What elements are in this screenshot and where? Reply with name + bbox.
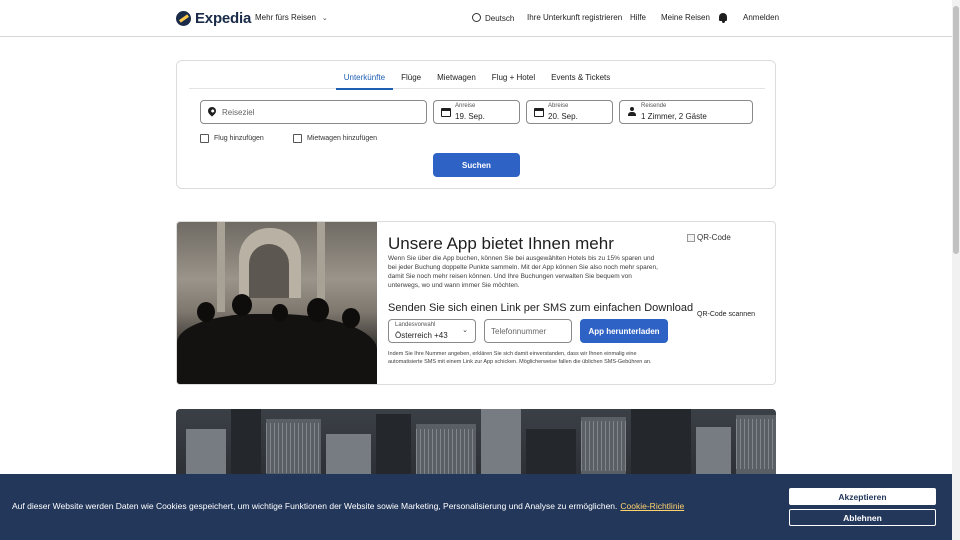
- location-pin-icon: [206, 105, 218, 117]
- register-property-link[interactable]: Ihre Unterkunft registrieren: [527, 13, 622, 22]
- app-promo-description: Wenn Sie über die App buchen, können Sie…: [388, 255, 658, 289]
- checkin-value: 19. Sep.: [455, 112, 485, 121]
- qr-scan-label: QR-Code scannen: [697, 311, 755, 318]
- broken-image-icon: [687, 233, 695, 242]
- expedia-logo[interactable]: Expedia: [176, 10, 251, 27]
- more-trips-menu[interactable]: Mehr fürs Reisen ⌄: [255, 13, 328, 22]
- destination-input[interactable]: Reiseziel: [200, 100, 427, 124]
- cookie-notice: Auf dieser Website werden Daten wie Cook…: [12, 501, 684, 511]
- calendar-icon: [534, 108, 544, 117]
- checkbox-icon: [200, 134, 209, 143]
- help-link[interactable]: Hilfe: [630, 13, 646, 22]
- cookie-notice-text: Auf dieser Website werden Daten wie Cook…: [12, 501, 618, 511]
- search-form-card: Unterkünfte Flüge Mietwagen Flug + Hotel…: [176, 60, 776, 189]
- country-code-value: Österreich +43: [395, 331, 448, 340]
- add-car-label: Mietwagen hinzufügen: [307, 135, 378, 142]
- scrollbar-thumb[interactable]: [953, 6, 959, 254]
- search-tabs: Unterkünfte Flüge Mietwagen Flug + Hotel…: [189, 69, 765, 90]
- checkout-label: Abreise: [548, 103, 569, 109]
- destination-placeholder: Reiseziel: [222, 108, 255, 117]
- add-flight-label: Flug hinzufügen: [214, 135, 264, 142]
- app-promo-card: Unsere App bietet Ihnen mehr Wenn Sie üb…: [176, 221, 776, 385]
- add-flight-checkbox[interactable]: Flug hinzufügen: [200, 134, 264, 143]
- top-header: Expedia Mehr fürs Reisen ⌄ Deutsch Ihre …: [0, 0, 952, 37]
- tab-flights[interactable]: Flüge: [393, 69, 429, 89]
- checkin-label: Anreise: [455, 103, 476, 109]
- page-scrollbar[interactable]: [952, 0, 960, 540]
- my-trips-link[interactable]: Meine Reisen: [661, 13, 710, 22]
- checkout-date-field[interactable]: Abreise 20. Sep.: [526, 100, 613, 124]
- checkin-date-field[interactable]: Anreise 19. Sep.: [433, 100, 520, 124]
- globe-icon: [472, 13, 481, 22]
- search-button[interactable]: Suchen: [433, 153, 520, 177]
- accept-cookies-button[interactable]: Akzeptieren: [789, 488, 936, 505]
- phone-placeholder: Telefonnummer: [491, 327, 547, 336]
- country-code-label: Landesvorwahl: [395, 322, 436, 328]
- expedia-logo-icon: [176, 11, 191, 26]
- app-promo-title: Unsere App bietet Ihnen mehr: [388, 234, 614, 253]
- decline-cookies-button[interactable]: Ablehnen: [789, 509, 936, 526]
- calendar-icon: [441, 108, 451, 117]
- checkbox-icon: [293, 134, 302, 143]
- tab-cars[interactable]: Mietwagen: [429, 69, 484, 89]
- download-app-button[interactable]: App herunterladen: [580, 319, 668, 343]
- tab-stays[interactable]: Unterkünfte: [335, 69, 394, 90]
- more-trips-label: Mehr fürs Reisen: [255, 13, 316, 22]
- checkout-value: 20. Sep.: [548, 112, 578, 121]
- city-banner-image: [176, 409, 776, 474]
- travelers-label: Reisende: [641, 103, 667, 109]
- sign-in-link[interactable]: Anmelden: [743, 13, 779, 22]
- sms-heading: Senden Sie sich einen Link per SMS zum e…: [388, 302, 694, 314]
- cookie-consent-banner: Auf dieser Website werden Daten wie Cook…: [0, 474, 952, 540]
- sms-legal-text: Indem Sie Ihre Nummer angeben, erklären …: [388, 351, 652, 365]
- qr-code-alt: QR-Code: [697, 233, 731, 242]
- person-icon: [627, 107, 637, 118]
- language-label: Deutsch: [485, 14, 515, 23]
- travelers-value: 1 Zimmer, 2 Gäste: [641, 112, 707, 121]
- phone-number-input[interactable]: Telefonnummer: [484, 319, 572, 343]
- cookie-policy-link[interactable]: Cookie-Richtlinie: [620, 501, 684, 511]
- brand-name: Expedia: [195, 10, 252, 27]
- tab-events[interactable]: Events & Tickets: [543, 69, 618, 89]
- travelers-field[interactable]: Reisende 1 Zimmer, 2 Gäste: [619, 100, 753, 124]
- language-selector[interactable]: Deutsch: [472, 13, 514, 23]
- trevi-fountain-image: [177, 222, 377, 384]
- chevron-down-icon: ⌄: [462, 327, 468, 334]
- notification-bell-icon[interactable]: [718, 12, 728, 23]
- add-car-checkbox[interactable]: Mietwagen hinzufügen: [293, 134, 377, 143]
- chevron-down-icon: ⌄: [321, 14, 328, 22]
- country-code-select[interactable]: Landesvorwahl Österreich +43 ⌄: [388, 319, 476, 343]
- tab-flight-hotel[interactable]: Flug + Hotel: [484, 69, 543, 89]
- qr-code-image: QR-Code: [687, 233, 731, 242]
